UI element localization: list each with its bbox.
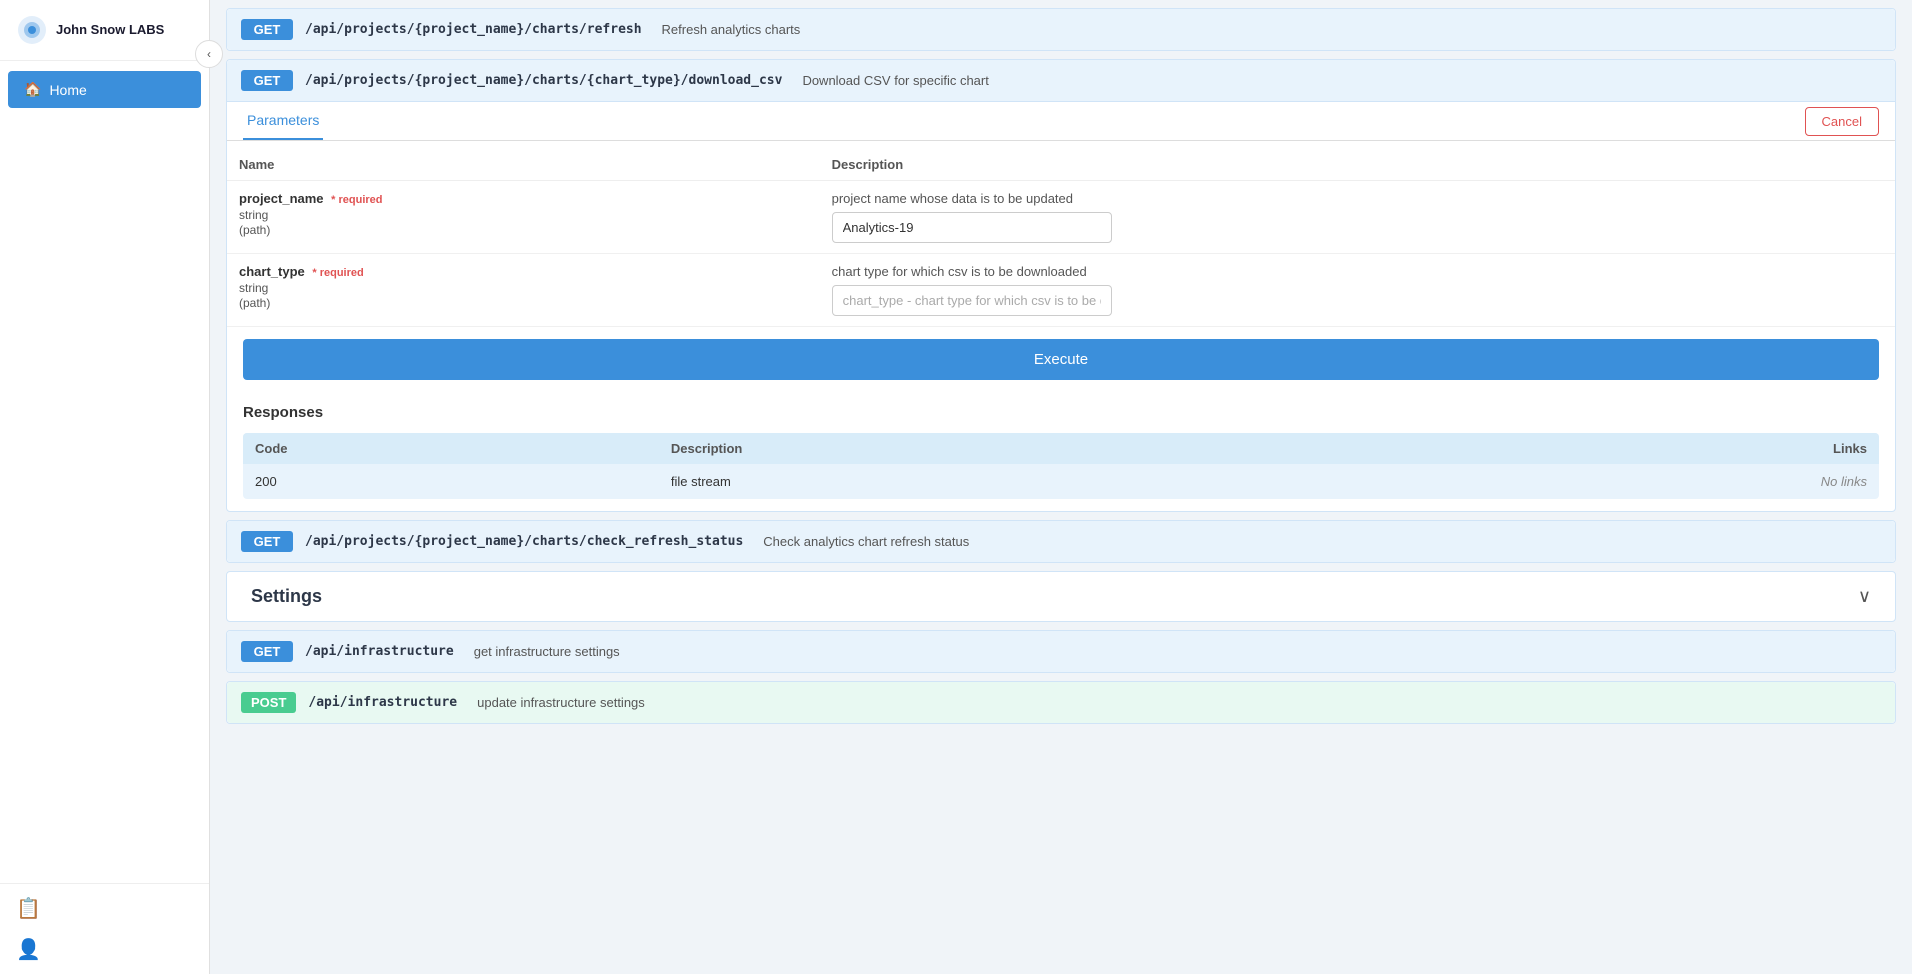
responses-col-code: Code [243,433,659,464]
param-col-desc: Description [820,149,1895,181]
settings-section-header[interactable]: Settings ∨ [226,571,1896,622]
method-badge-get-download: GET [241,70,293,91]
param-name-label-chart: chart_type [239,264,305,279]
param-row-chart-type: chart_type * required string (path) char… [227,254,1895,327]
param-desc-cell-chart: chart type for which csv is to be downlo… [820,254,1895,327]
sidebar-item-label: Home [49,82,86,98]
settings-title: Settings [251,586,322,607]
project-name-input[interactable] [832,212,1112,243]
api-card-header-download[interactable]: GET /api/projects/{project_name}/charts/… [227,60,1895,101]
param-desc-text: project name whose data is to be updated [832,191,1883,206]
chart-type-input[interactable] [832,285,1112,316]
tab-bar: Parameters Cancel [227,102,1895,141]
api-path-check: /api/projects/{project_name}/charts/chec… [305,534,743,549]
api-path-post-infra: /api/infrastructure [308,695,457,710]
api-card-header-post-infra[interactable]: POST /api/infrastructure update infrastr… [227,682,1895,723]
responses-section: Responses Code Description Links 200 fil… [227,392,1895,511]
param-location-label-chart: (path) [239,296,270,310]
param-type-label: string [239,208,808,222]
param-name-cell-project: project_name * required string (path) [227,181,820,254]
api-card-post-infrastructure: POST /api/infrastructure update infrastr… [226,681,1896,724]
sidebar-logo: John Snow LABS [0,0,209,61]
method-badge-get-infra: GET [241,641,293,662]
response-code-200: 200 [243,464,659,499]
sidebar: John Snow LABS 🏠 Home 📋 👤 ‹ [0,0,210,974]
api-card-header-check[interactable]: GET /api/projects/{project_name}/charts/… [227,521,1895,562]
param-required-label-chart: * required [312,267,363,279]
response-links-200: No links [1362,464,1879,499]
param-desc-cell-project: project name whose data is to be updated [820,181,1895,254]
home-icon: 🏠 [24,81,41,98]
responses-col-links: Links [1362,433,1879,464]
sidebar-collapse-button[interactable]: ‹ [195,40,223,68]
api-card-get-infrastructure: GET /api/infrastructure get infrastructu… [226,630,1896,673]
params-table: Name Description project_name * required… [227,149,1895,327]
api-desc-check: Check analytics chart refresh status [763,534,969,549]
collapse-icon: ‹ [207,47,211,61]
api-desc-get-infra: get infrastructure settings [474,644,620,659]
main-content: GET /api/projects/{project_name}/charts/… [210,0,1912,974]
document-icon[interactable]: 📋 [16,896,193,921]
param-col-name: Name [227,149,820,181]
api-card-header-refresh[interactable]: GET /api/projects/{project_name}/charts/… [227,9,1895,50]
tab-parameters[interactable]: Parameters [243,102,323,140]
param-name-label: project_name [239,191,324,206]
execute-button[interactable]: Execute [243,339,1879,380]
sidebar-item-home[interactable]: 🏠 Home [8,71,201,108]
api-card-refresh-charts: GET /api/projects/{project_name}/charts/… [226,8,1896,51]
user-profile-icon[interactable]: 👤 [16,937,193,962]
api-desc-post-infra: update infrastructure settings [477,695,645,710]
param-name-cell-chart: chart_type * required string (path) [227,254,820,327]
api-card-header-get-infra[interactable]: GET /api/infrastructure get infrastructu… [227,631,1895,672]
cancel-button[interactable]: Cancel [1805,107,1879,136]
logo-text: John Snow LABS [56,22,164,38]
response-row-200: 200 file stream No links [243,464,1879,499]
api-path-refresh: /api/projects/{project_name}/charts/refr… [305,22,642,37]
param-required-label: * required [331,194,382,206]
param-row-project-name: project_name * required string (path) pr… [227,181,1895,254]
responses-title: Responses [243,404,1879,421]
param-location-label: (path) [239,223,270,237]
response-desc-200: file stream [659,464,1362,499]
param-desc-text-chart: chart type for which csv is to be downlo… [832,264,1883,279]
api-desc-refresh: Refresh analytics charts [662,22,801,37]
api-path-download: /api/projects/{project_name}/charts/{cha… [305,73,782,88]
settings-chevron-icon: ∨ [1858,586,1871,607]
sidebar-bottom: 📋 👤 [0,883,209,974]
api-card-download-csv: GET /api/projects/{project_name}/charts/… [226,59,1896,512]
api-card-check-refresh: GET /api/projects/{project_name}/charts/… [226,520,1896,563]
logo-icon [16,14,48,46]
method-badge-post-infra: POST [241,692,296,713]
method-badge-get-refresh: GET [241,19,293,40]
responses-table: Code Description Links 200 file stream N… [243,433,1879,499]
param-type-label-chart: string [239,281,808,295]
api-path-get-infra: /api/infrastructure [305,644,454,659]
api-desc-download: Download CSV for specific chart [802,73,988,88]
responses-col-desc: Description [659,433,1362,464]
sidebar-nav: 🏠 Home [0,61,209,118]
api-card-body-download: Parameters Cancel Name Description proj [227,101,1895,511]
method-badge-get-check: GET [241,531,293,552]
